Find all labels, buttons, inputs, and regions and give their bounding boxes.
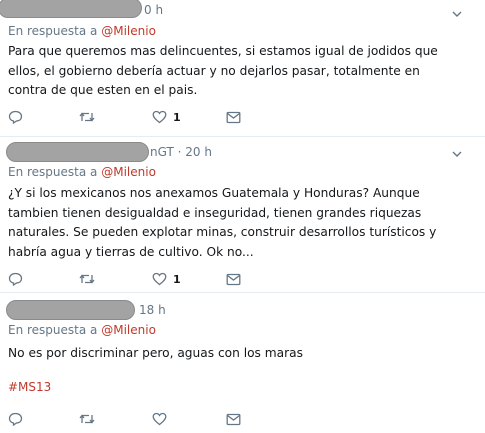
redacted-username [0,0,142,18]
tweet-timestamp[interactable]: 0 h [144,3,163,17]
reply-icon [8,272,23,286]
reply-icon [8,412,23,426]
tweet-2: nGT · 20 h En respuesta a @Milenio ¿Y si… [0,140,485,292]
tweet-divider [0,136,485,137]
reply-context: En respuesta a @Milenio [8,323,156,337]
retweet-icon [79,112,95,122]
tweet-text: Para que queremos mas delincuentes, si e… [8,44,438,97]
reply-button[interactable] [8,108,23,126]
chevron-down-icon[interactable] [451,8,463,20]
tweet-header: 0 h [0,0,163,20]
reply-button[interactable] [8,270,23,288]
retweet-button[interactable] [78,410,96,428]
retweet-button[interactable] [78,270,96,288]
mention-link[interactable]: @Milenio [101,24,156,38]
chevron-down-icon[interactable] [451,148,463,160]
like-count: 1 [173,110,181,124]
direct-message-button[interactable] [226,410,241,428]
tweet-header: 18 h [6,300,166,320]
like-count: 1 [173,272,181,286]
reply-icon [8,110,23,124]
mention-link[interactable]: @Milenio [101,165,156,179]
redacted-username [6,142,149,162]
retweet-icon [79,274,95,284]
tweet-actions: 1 [0,108,485,128]
reply-label: En respuesta a [8,24,102,38]
mention-link[interactable]: @Milenio [101,323,156,337]
direct-message-button[interactable] [226,108,241,126]
heart-icon [152,412,167,426]
tweet-divider [0,292,485,293]
retweet-icon [79,414,95,424]
reply-label: En respuesta a [8,165,102,179]
tweet-text: No es por discriminar pero, aguas con lo… [8,346,303,360]
envelope-icon [226,111,241,123]
tweet-1: 0 h En respuesta a @Milenio Para que que… [0,0,485,136]
like-button[interactable]: 1 [152,270,181,288]
heart-icon [152,272,167,286]
retweet-button[interactable] [78,108,96,126]
envelope-icon [226,413,241,425]
reply-label: En respuesta a [8,323,102,337]
tweet-header: nGT · 20 h [6,142,212,162]
direct-message-button[interactable] [226,270,241,288]
redacted-username [6,300,135,320]
tweet-actions [0,410,485,430]
reply-context: En respuesta a @Milenio [8,165,156,179]
tweet-timestamp[interactable]: 18 h [139,303,166,317]
reply-button[interactable] [8,410,23,428]
tweet-timestamp[interactable]: nGT · 20 h [150,145,212,159]
heart-icon [152,110,167,124]
hashtag-link[interactable]: #MS13 [8,380,51,394]
tweet-text: ¿Y si los mexicanos nos anexamos Guatema… [8,186,437,259]
like-button[interactable]: 1 [152,108,181,126]
tweet-3: 18 h En respuesta a @Milenio No es por d… [0,298,485,433]
reply-context: En respuesta a @Milenio [8,24,156,38]
envelope-icon [226,273,241,285]
like-button[interactable] [152,410,173,428]
tweet-actions: 1 [0,270,485,290]
